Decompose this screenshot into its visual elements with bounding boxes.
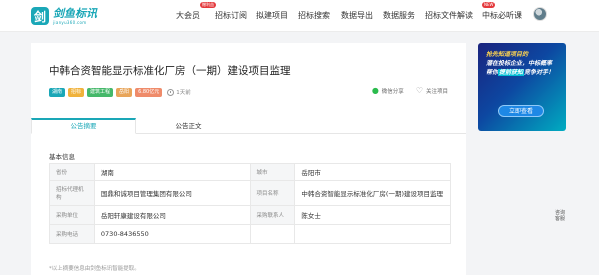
agency-value[interactable]: 国鼎和诚项目管理集团有限公司 (93, 180, 251, 206)
table-row: 招标代理机构 国鼎和诚项目管理集团有限公司 项目名称 中韩合资智能显示标准化厂房… (49, 180, 451, 206)
province-label: 省份 (49, 163, 95, 181)
notice-tabs: 公告摘要 公告正文 (31, 118, 466, 134)
wechat-icon: ● (371, 86, 379, 95)
nav-data-service[interactable]: 数据服务 (383, 10, 415, 22)
city-value: 岳阳市 (294, 163, 451, 181)
nav-new-badge: NEW (482, 2, 496, 8)
clock-icon (167, 88, 175, 96)
promo-banner[interactable]: 抢先知道项目的 潜在投标企业，中标概率 帮你提前获知竞争对手！ 立即查看 (478, 43, 566, 131)
heart-icon: ♡ (415, 86, 423, 95)
notice-card: 中韩合资智能显示标准化厂房（一期）建设项目监理 湖南 招标 建筑工程 岳阳 6.… (31, 43, 466, 275)
follow-project-label: 关注项目 (425, 89, 448, 95)
banner-line-2: 潜在投标企业，中标概率 (486, 60, 553, 67)
notice-tags: 湖南 招标 建筑工程 岳阳 6.80亿元 1天前 (49, 87, 191, 97)
user-avatar[interactable] (533, 7, 547, 21)
top-header: 剑 剑鱼标讯 jianyu360.com 大会员 赠利益 招标订阅 拟建项目 招… (0, 0, 599, 32)
summary-footnote: *以上摘要信息由剑鱼标讯智能提取。 (49, 266, 140, 272)
table-row: 采购电话 0730-8436550 (49, 224, 451, 244)
contact-value: 陈女士 (294, 205, 451, 225)
main-nav: 大会员 赠利益 招标订阅 拟建项目 招标搜索 数据导出 数据服务 招标文件解读 … (0, 2, 599, 24)
nav-bid-search[interactable]: 招标搜索 (298, 10, 330, 22)
tag-amount: 6.80亿元 (135, 87, 163, 97)
tag-province[interactable]: 湖南 (49, 87, 66, 97)
wechat-share-button[interactable]: ● 微信分享 (371, 86, 404, 96)
table-row: 采购单位 岳阳轩康建设有限公司 采购联系人 陈女士 (49, 205, 451, 225)
nav-planned-projects[interactable]: 拟建项目 (256, 10, 288, 22)
section-title: 基本信息 (49, 153, 75, 161)
follow-project-button[interactable]: ♡ 关注项目 (415, 86, 448, 96)
basic-info-table: 省份 湖南 城市 岳阳市 招标代理机构 国鼎和诚项目管理集团有限公司 项目名称 … (49, 163, 451, 244)
publish-time-text: 1天前 (176, 90, 191, 96)
banner-line-1: 抢先知道项目的 (486, 51, 529, 58)
phone-value: 0730-8436550 (93, 224, 251, 244)
contact-label: 采购联系人 (249, 205, 296, 225)
notice-actions: ● 微信分享 ♡ 关注项目 (360, 86, 448, 96)
empty-cell (249, 224, 296, 244)
tag-type[interactable]: 招标 (68, 87, 85, 97)
tag-industry[interactable]: 建筑工程 (87, 87, 114, 97)
project-label: 项目名称 (249, 180, 296, 206)
agency-label: 招标代理机构 (49, 180, 95, 206)
wechat-share-label: 微信分享 (381, 89, 404, 95)
nav-winning-course[interactable]: 中标必听课 (482, 10, 522, 22)
empty-cell (294, 224, 451, 244)
nav-bid-subscribe[interactable]: 招标订阅 (215, 10, 247, 22)
tag-city[interactable]: 岳阳 (116, 87, 133, 97)
buyer-value[interactable]: 岳阳轩康建设有限公司 (93, 205, 251, 225)
nav-vip-badge: 赠利益 (200, 2, 216, 8)
table-row: 省份 湖南 城市 岳阳市 (49, 163, 451, 181)
nav-data-export[interactable]: 数据导出 (341, 10, 373, 22)
phone-label: 采购电话 (49, 224, 95, 244)
publish-time: 1天前 (167, 88, 191, 96)
province-value: 湖南 (93, 163, 251, 181)
customer-service-button[interactable]: 咨询客服 (553, 210, 567, 222)
notice-title: 中韩合资智能显示标准化厂房（一期）建设项目监理 (49, 65, 291, 77)
banner-view-button[interactable]: 立即查看 (498, 105, 544, 117)
nav-bid-doc-analysis[interactable]: 招标文件解读 (425, 10, 473, 22)
tab-summary[interactable]: 公告摘要 (31, 118, 136, 134)
banner-line-3: 帮你提前获知竞争对手！ (486, 69, 555, 76)
city-label: 城市 (249, 163, 296, 181)
nav-vip[interactable]: 大会员 (176, 10, 200, 22)
tab-full-text[interactable]: 公告正文 (136, 118, 241, 134)
buyer-label: 采购单位 (49, 205, 95, 225)
project-value: 中韩合资智能显示标准化厂房(一期)建设项目监理 (294, 180, 451, 206)
